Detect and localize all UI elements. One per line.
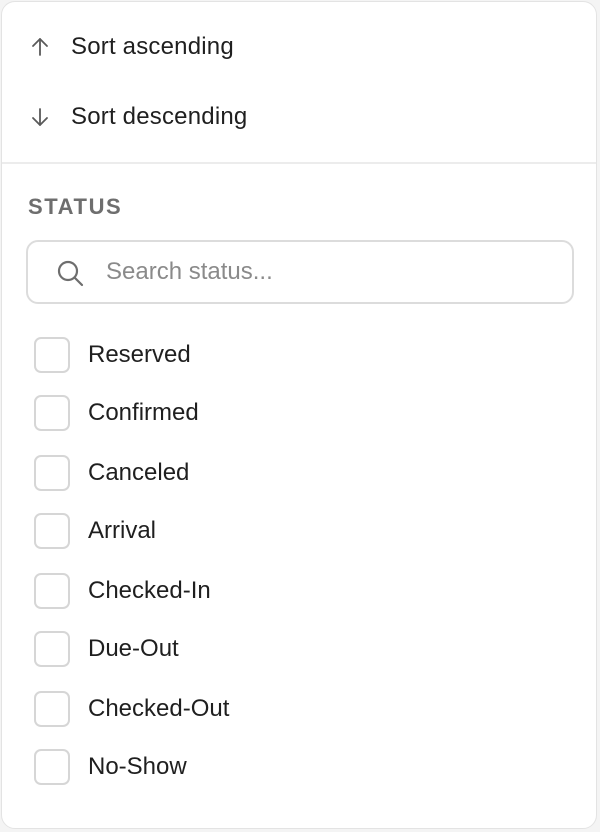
status-option-arrival[interactable]: Arrival xyxy=(34,513,574,551)
status-option-label: Checked-Out xyxy=(88,695,230,722)
checkbox[interactable] xyxy=(34,513,70,549)
sort-ascending-item[interactable]: Sort ascending xyxy=(2,19,596,75)
checkbox[interactable] xyxy=(34,749,70,785)
checkbox[interactable] xyxy=(34,337,70,373)
status-search-input[interactable] xyxy=(106,252,546,292)
checkbox[interactable] xyxy=(34,573,70,609)
status-option-label: Canceled xyxy=(88,459,190,486)
search-icon xyxy=(57,260,84,287)
status-search-box xyxy=(26,240,574,304)
status-option-label: Reserved xyxy=(88,341,191,368)
status-option-no-show[interactable]: No-Show xyxy=(34,749,574,787)
checkbox[interactable] xyxy=(34,691,70,727)
arrow-up-icon xyxy=(32,38,48,56)
status-option-label: No-Show xyxy=(88,753,187,780)
checkbox[interactable] xyxy=(34,455,70,491)
status-option-reserved[interactable]: Reserved xyxy=(34,337,574,375)
arrow-down-icon xyxy=(32,108,48,126)
status-option-checked-in[interactable]: Checked-In xyxy=(34,573,574,611)
status-option-due-out[interactable]: Due-Out xyxy=(34,631,574,669)
status-option-label: Checked-In xyxy=(88,577,211,604)
status-option-label: Confirmed xyxy=(88,399,199,426)
sort-descending-label: Sort descending xyxy=(71,103,248,130)
status-option-label: Due-Out xyxy=(88,635,179,662)
status-option-canceled[interactable]: Canceled xyxy=(34,455,574,493)
column-filter-menu: Sort ascending Sort descending STATUS Re… xyxy=(1,1,597,829)
sort-descending-item[interactable]: Sort descending xyxy=(2,89,596,145)
checkbox[interactable] xyxy=(34,631,70,667)
status-option-confirmed[interactable]: Confirmed xyxy=(34,395,574,433)
menu-divider xyxy=(2,162,596,164)
status-section-title: STATUS xyxy=(28,194,123,219)
sort-ascending-label: Sort ascending xyxy=(71,33,234,60)
checkbox[interactable] xyxy=(34,395,70,431)
status-option-label: Arrival xyxy=(88,517,157,544)
status-option-checked-out[interactable]: Checked-Out xyxy=(34,691,574,729)
